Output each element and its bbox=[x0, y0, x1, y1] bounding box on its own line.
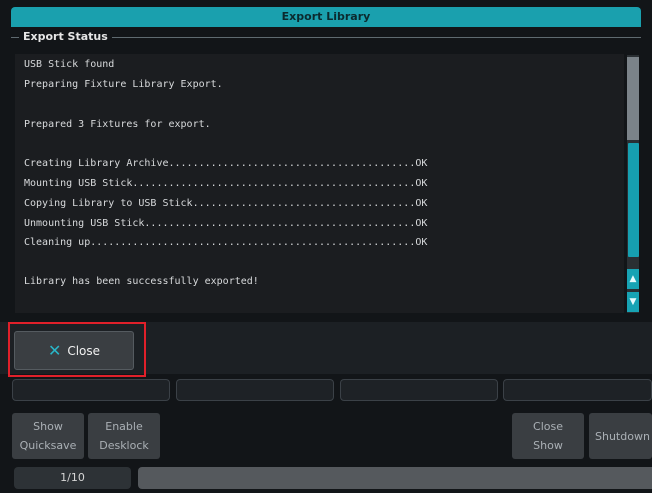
export-log: USB Stick found Preparing Fixture Librar… bbox=[15, 54, 624, 313]
export-status-label: Export Status bbox=[19, 30, 112, 44]
empty-slot[interactable] bbox=[340, 379, 498, 401]
log-scrollbar-upper[interactable] bbox=[627, 57, 639, 140]
log-line: Mounting USB Stick......................… bbox=[24, 178, 428, 189]
dialog-title-bar: Export Library bbox=[11, 7, 641, 27]
page-bar[interactable] bbox=[138, 467, 652, 489]
chevron-up-icon: ▲ bbox=[629, 274, 637, 284]
log-line: Prepared 3 Fixtures for export. bbox=[24, 119, 211, 130]
page-counter[interactable]: 1/10 bbox=[14, 467, 131, 489]
scroll-down-button[interactable]: ▼ bbox=[627, 292, 639, 312]
log-line: Cleaning up.............................… bbox=[24, 237, 428, 248]
highlight-box bbox=[8, 322, 146, 377]
empty-slot[interactable] bbox=[176, 379, 334, 401]
log-line: Library has been successfully exported! bbox=[24, 276, 259, 287]
log-line: Copying Library to USB Stick............… bbox=[24, 198, 428, 209]
shutdown-button[interactable]: Shutdown bbox=[589, 413, 652, 459]
log-line: Unmounting USB Stick....................… bbox=[24, 218, 428, 229]
log-line: Creating Library Archive................… bbox=[24, 158, 428, 169]
log-scrollbar-thumb[interactable] bbox=[628, 143, 639, 257]
enable-desklock-button[interactable]: Enable Desklock bbox=[88, 413, 160, 459]
show-quicksave-button[interactable]: Show Quicksave bbox=[12, 413, 84, 459]
close-show-button[interactable]: Close Show bbox=[512, 413, 584, 459]
empty-slot[interactable] bbox=[503, 379, 652, 401]
empty-slot[interactable] bbox=[12, 379, 170, 401]
scroll-up-button[interactable]: ▲ bbox=[627, 269, 639, 289]
chevron-down-icon: ▼ bbox=[629, 297, 637, 307]
log-line: USB Stick found bbox=[24, 59, 115, 70]
log-line: Preparing Fixture Library Export. bbox=[24, 79, 223, 90]
dialog-title: Export Library bbox=[281, 10, 371, 23]
